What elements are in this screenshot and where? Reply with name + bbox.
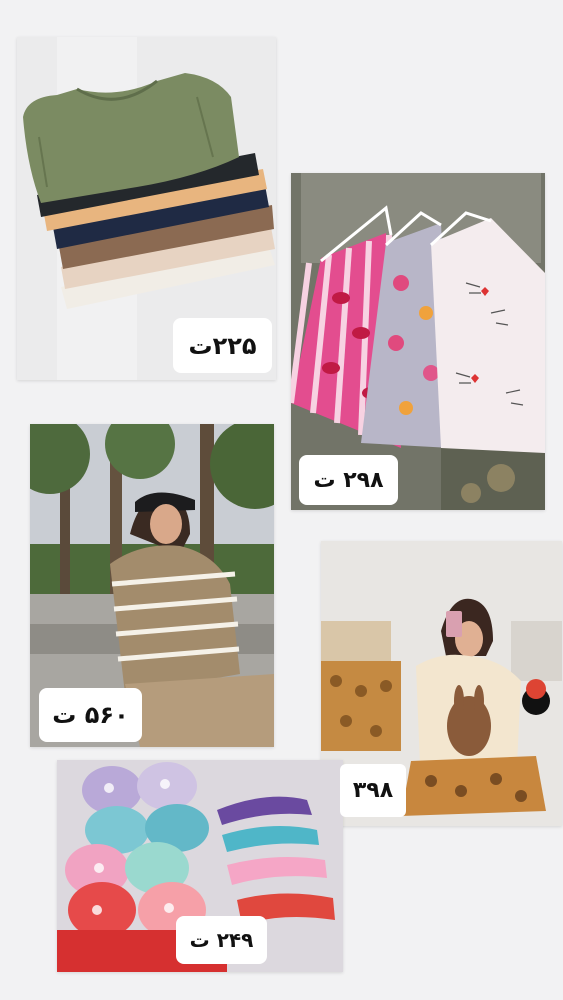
price-tag-tanks: ۲۲۵ت [173, 318, 272, 373]
price-tag-pajamas: ۳۹۸ [340, 764, 406, 817]
price-tag-camisoles: ۲۹۸ ت [299, 455, 398, 505]
price-tag-bras: ۲۴۹ ت [176, 916, 267, 964]
price-tag-striped-set: ۵۶۰ ت [39, 688, 142, 742]
